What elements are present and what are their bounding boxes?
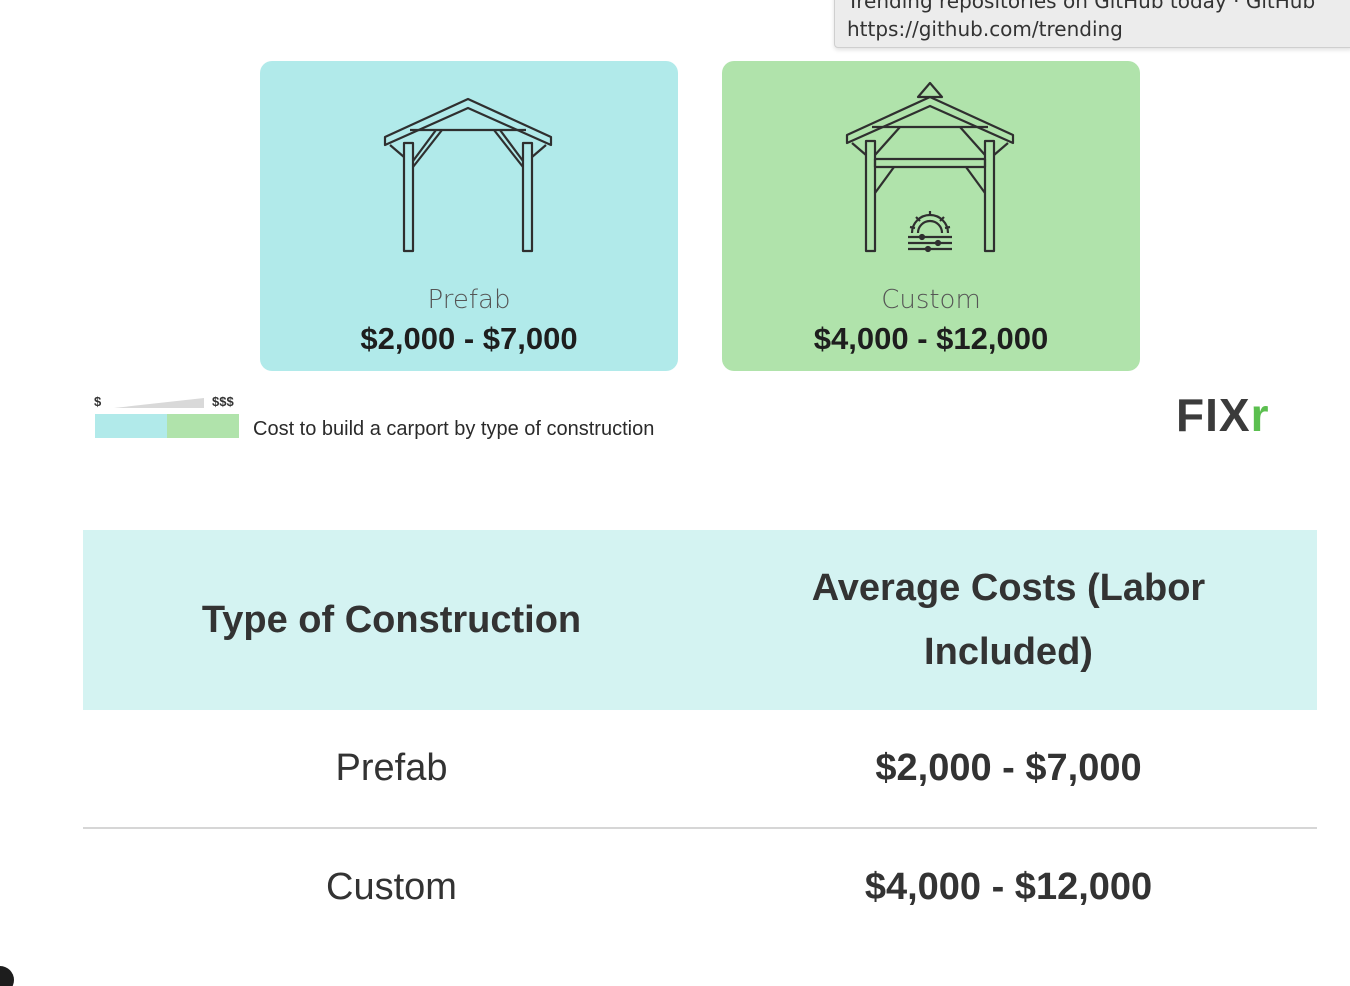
custom-card: Custom $4,000 - $12,000 [722,61,1140,371]
table-row: Prefab $2,000 - $7,000 [83,710,1317,829]
custom-carport-icon [845,81,1015,253]
page: Trending repositories on GitHub today · … [0,0,1350,986]
custom-card-price: $4,000 - $12,000 [813,321,1049,356]
legend-bar-custom [167,414,239,438]
tooltip-title: Trending repositories on GitHub today · … [847,0,1316,13]
logo-accent-text: r [1250,389,1270,441]
fixr-logo: FIXr [1176,392,1269,438]
table-cell-type: Custom [326,866,457,908]
prefab-card-label: Prefab [427,285,511,315]
link-tooltip: Trending repositories on GitHub today · … [834,0,1350,48]
cost-legend: $ $$$ [94,392,244,442]
table-row: Custom $4,000 - $12,000 [83,828,1317,946]
logo-main-text: FIX [1176,389,1251,441]
custom-card-label: Custom [881,285,981,315]
header-average-costs: Average Costs (Labor Included) [700,530,1317,710]
table-cell-cost: $4,000 - $12,000 [864,866,1153,908]
prefab-card-price: $2,000 - $7,000 [360,321,578,356]
table-cell-type: Prefab [83,710,700,829]
cost-table: Type of Construction Average Costs (Labo… [83,530,1317,946]
prefab-carport-icon [383,97,553,253]
table-cell-cost: $2,000 - $7,000 [700,710,1317,829]
legend-min-label: $ [94,394,102,409]
header-type-of-construction: Type of Construction [83,530,700,710]
prefab-card: Prefab $2,000 - $7,000 [260,61,678,371]
legend-bar-prefab [95,414,167,438]
window-corner [0,966,14,986]
table-header-row: Type of Construction Average Costs (Labo… [83,530,1317,710]
image-caption: Cost to build a carport by type of const… [253,418,655,440]
legend-max-label: $$$ [212,394,234,409]
tooltip-url: https://github.com/trending [847,17,1123,41]
legend-wedge [114,398,204,408]
